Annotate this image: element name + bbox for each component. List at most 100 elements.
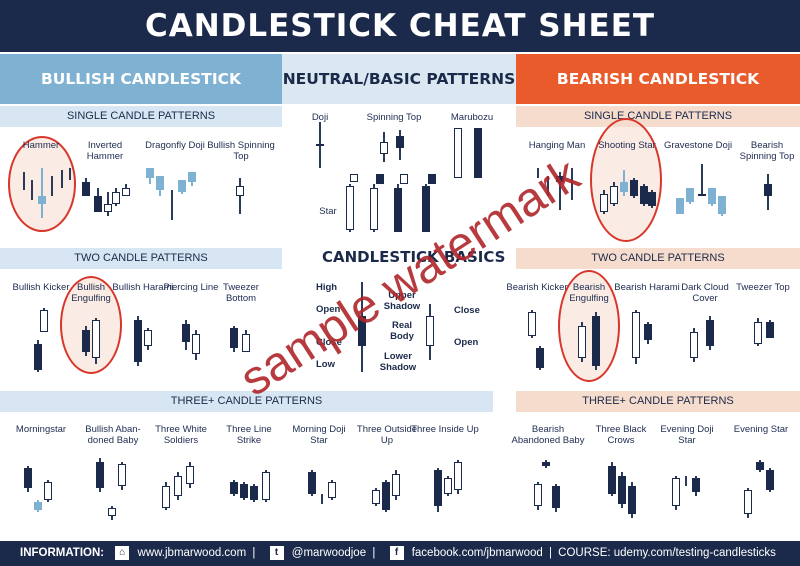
label-tweezer-top: Tweezer Top — [736, 282, 790, 293]
candle-body — [104, 204, 112, 212]
candle-body — [552, 486, 560, 508]
candle-body — [632, 312, 640, 358]
candle-body — [630, 180, 638, 196]
footer-separator: | — [252, 547, 256, 559]
candle-body — [764, 184, 772, 196]
footer-course-link[interactable]: COURSE: udemy.com/testing-candlesticks — [558, 541, 776, 566]
candle-body — [608, 466, 616, 494]
label-tweezer-bottom: Tweezer Bottom — [223, 282, 259, 304]
candle-body — [82, 330, 90, 352]
candle-body — [766, 322, 774, 338]
label-bearish-harami: Bearish Harami — [614, 282, 680, 293]
bullish-two-band: TWO CANDLE PATTERNS — [0, 248, 282, 269]
candle-body — [396, 136, 404, 148]
label-morningstar: Morningstar — [15, 424, 67, 435]
candle-body — [174, 476, 182, 496]
candle-body — [236, 186, 244, 196]
candle-body — [474, 128, 482, 178]
label-three-black-crows: Three Black Crows — [595, 424, 647, 446]
home-icon: ⌂ — [115, 546, 130, 560]
candle-body — [528, 312, 536, 336]
candle-body — [428, 174, 436, 184]
label-dark-cloud-cover: Dark Cloud Cover — [681, 282, 729, 304]
candle-body — [370, 188, 378, 230]
label-bullish-abandoned-baby: Bullish Aban-doned Baby — [85, 424, 141, 446]
basics-low-label: Low — [316, 359, 335, 370]
footer-website-link[interactable]: www.jbmarwood.com — [138, 541, 247, 566]
candle-body — [454, 462, 462, 490]
candle-body — [698, 194, 706, 196]
footer-separator: | — [548, 547, 552, 559]
candle-wick — [171, 190, 173, 220]
candle-body — [610, 186, 618, 204]
candle-body — [600, 194, 608, 212]
bearish-two-band: TWO CANDLE PATTERNS — [516, 248, 800, 269]
candle-body — [182, 324, 190, 342]
candle-body — [242, 334, 250, 352]
candle-wick — [701, 164, 703, 196]
sheet-title: CANDLESTICK CHEAT SHEET — [0, 0, 800, 52]
candle-body — [34, 344, 42, 370]
label-three-line-strike: Three Line Strike — [226, 424, 272, 446]
candle-body — [134, 320, 142, 362]
candle-body — [640, 186, 648, 204]
bullish-column-header: BULLISH CANDLESTICK PATTERNS — [0, 54, 282, 138]
candle-body — [644, 324, 652, 340]
candle-body — [754, 322, 762, 344]
candle-body — [96, 462, 104, 488]
candle-body — [40, 310, 48, 332]
candle-wick — [537, 168, 539, 178]
basics-lower-shadow-label: Lower Shadow — [379, 351, 417, 373]
candle-body — [536, 348, 544, 368]
candle-body — [108, 508, 116, 516]
label-dragonfly-doji: Dragonfly Doji — [145, 140, 205, 151]
candle-body — [400, 174, 408, 184]
candle-wick — [69, 168, 71, 180]
candle-body — [578, 326, 586, 358]
candle-body — [188, 172, 196, 182]
candle-body — [556, 176, 564, 182]
label-hammer: Hammer — [22, 140, 60, 151]
candle-body — [592, 316, 600, 366]
candle-wick — [571, 168, 573, 200]
candle-body — [756, 462, 764, 470]
candle-body — [118, 464, 126, 486]
candle-body — [240, 484, 248, 498]
candle-body — [382, 482, 390, 510]
candle-body — [690, 332, 698, 358]
candle-body — [422, 186, 430, 232]
candle-body — [618, 476, 626, 504]
neutral-column-header: NEUTRAL/BASIC PATTERNS — [282, 54, 516, 104]
shooting-star-highlight-circle — [590, 118, 662, 242]
basics-high-label: High — [316, 282, 338, 293]
candle-body — [186, 466, 194, 484]
candle-body — [392, 474, 400, 496]
label-three-inside-up: Three Inside Up — [411, 424, 479, 435]
candle-body — [534, 484, 542, 506]
label-bullish-spinning-top: Bullish Spinning Top — [207, 140, 275, 162]
candle-wick — [31, 180, 33, 200]
label-bearish-spinning-top: Bearish Spinning Top — [739, 140, 795, 162]
candle-body — [454, 128, 462, 178]
candle-body — [94, 196, 102, 212]
candle-body — [146, 168, 154, 178]
candle-body — [766, 470, 774, 490]
candle-body — [192, 334, 200, 354]
candle-body — [44, 482, 52, 500]
footer-facebook-link[interactable]: facebook.com/jbmarwood — [412, 541, 543, 566]
footer-twitter-link[interactable]: @marwoodjoe — [292, 541, 366, 566]
bearish-single-band: SINGLE CANDLE PATTERNS — [516, 106, 800, 127]
candle-body — [706, 320, 714, 346]
candle-body — [144, 330, 152, 346]
candle-wick — [239, 178, 241, 214]
candle-wick — [547, 176, 549, 196]
candle-body — [24, 468, 32, 488]
candle-body — [628, 486, 636, 514]
basics-close-right-label: Close — [454, 305, 480, 316]
candle-body — [744, 490, 752, 514]
label-marubozu: Marubozu — [450, 112, 494, 123]
candle-body — [542, 462, 550, 466]
candle-body — [178, 180, 186, 192]
label-shooting-star: Shooting Star — [598, 140, 656, 151]
candle-body — [230, 482, 238, 494]
